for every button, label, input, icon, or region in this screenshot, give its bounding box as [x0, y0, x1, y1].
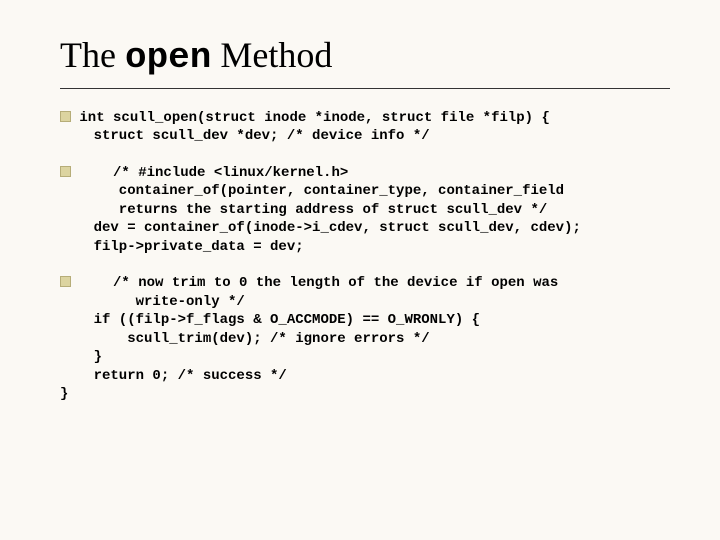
code-line: dev = container_of(inode->i_cdev, struct… — [60, 219, 670, 237]
code-line: /* #include <linux/kernel.h> — [79, 165, 348, 181]
code-block-1: int scull_open(struct inode *inode, stru… — [60, 109, 670, 146]
code-line: int scull_open(struct inode *inode, stru… — [79, 110, 549, 126]
title-mono: open — [125, 37, 211, 78]
title-pre: The — [60, 35, 125, 75]
code-line: return 0; /* success */ — [60, 367, 670, 385]
code-line: } — [60, 348, 670, 366]
code-line: if ((filp->f_flags & O_ACCMODE) == O_WRO… — [60, 311, 670, 329]
code-line: /* now trim to 0 the length of the devic… — [79, 275, 558, 291]
code-line: scull_trim(dev); /* ignore errors */ — [60, 330, 670, 348]
slide: The open Method int scull_open(struct in… — [0, 0, 720, 540]
code-line: } — [60, 385, 670, 403]
code-line: filp->private_data = dev; — [60, 238, 670, 256]
title-rule — [60, 88, 670, 89]
code-line: returns the starting address of struct s… — [60, 201, 670, 219]
bullet-icon — [60, 111, 71, 122]
bullet-icon — [60, 276, 71, 287]
code-line: container_of(pointer, container_type, co… — [60, 182, 670, 200]
code-line: struct scull_dev *dev; /* device info */ — [60, 127, 670, 145]
title-post: Method — [211, 35, 332, 75]
code-block-2: /* #include <linux/kernel.h> container_o… — [60, 164, 670, 256]
code-line: write-only */ — [60, 293, 670, 311]
code-block-3: /* now trim to 0 the length of the devic… — [60, 274, 670, 403]
bullet-icon — [60, 166, 71, 177]
slide-title: The open Method — [60, 34, 670, 78]
